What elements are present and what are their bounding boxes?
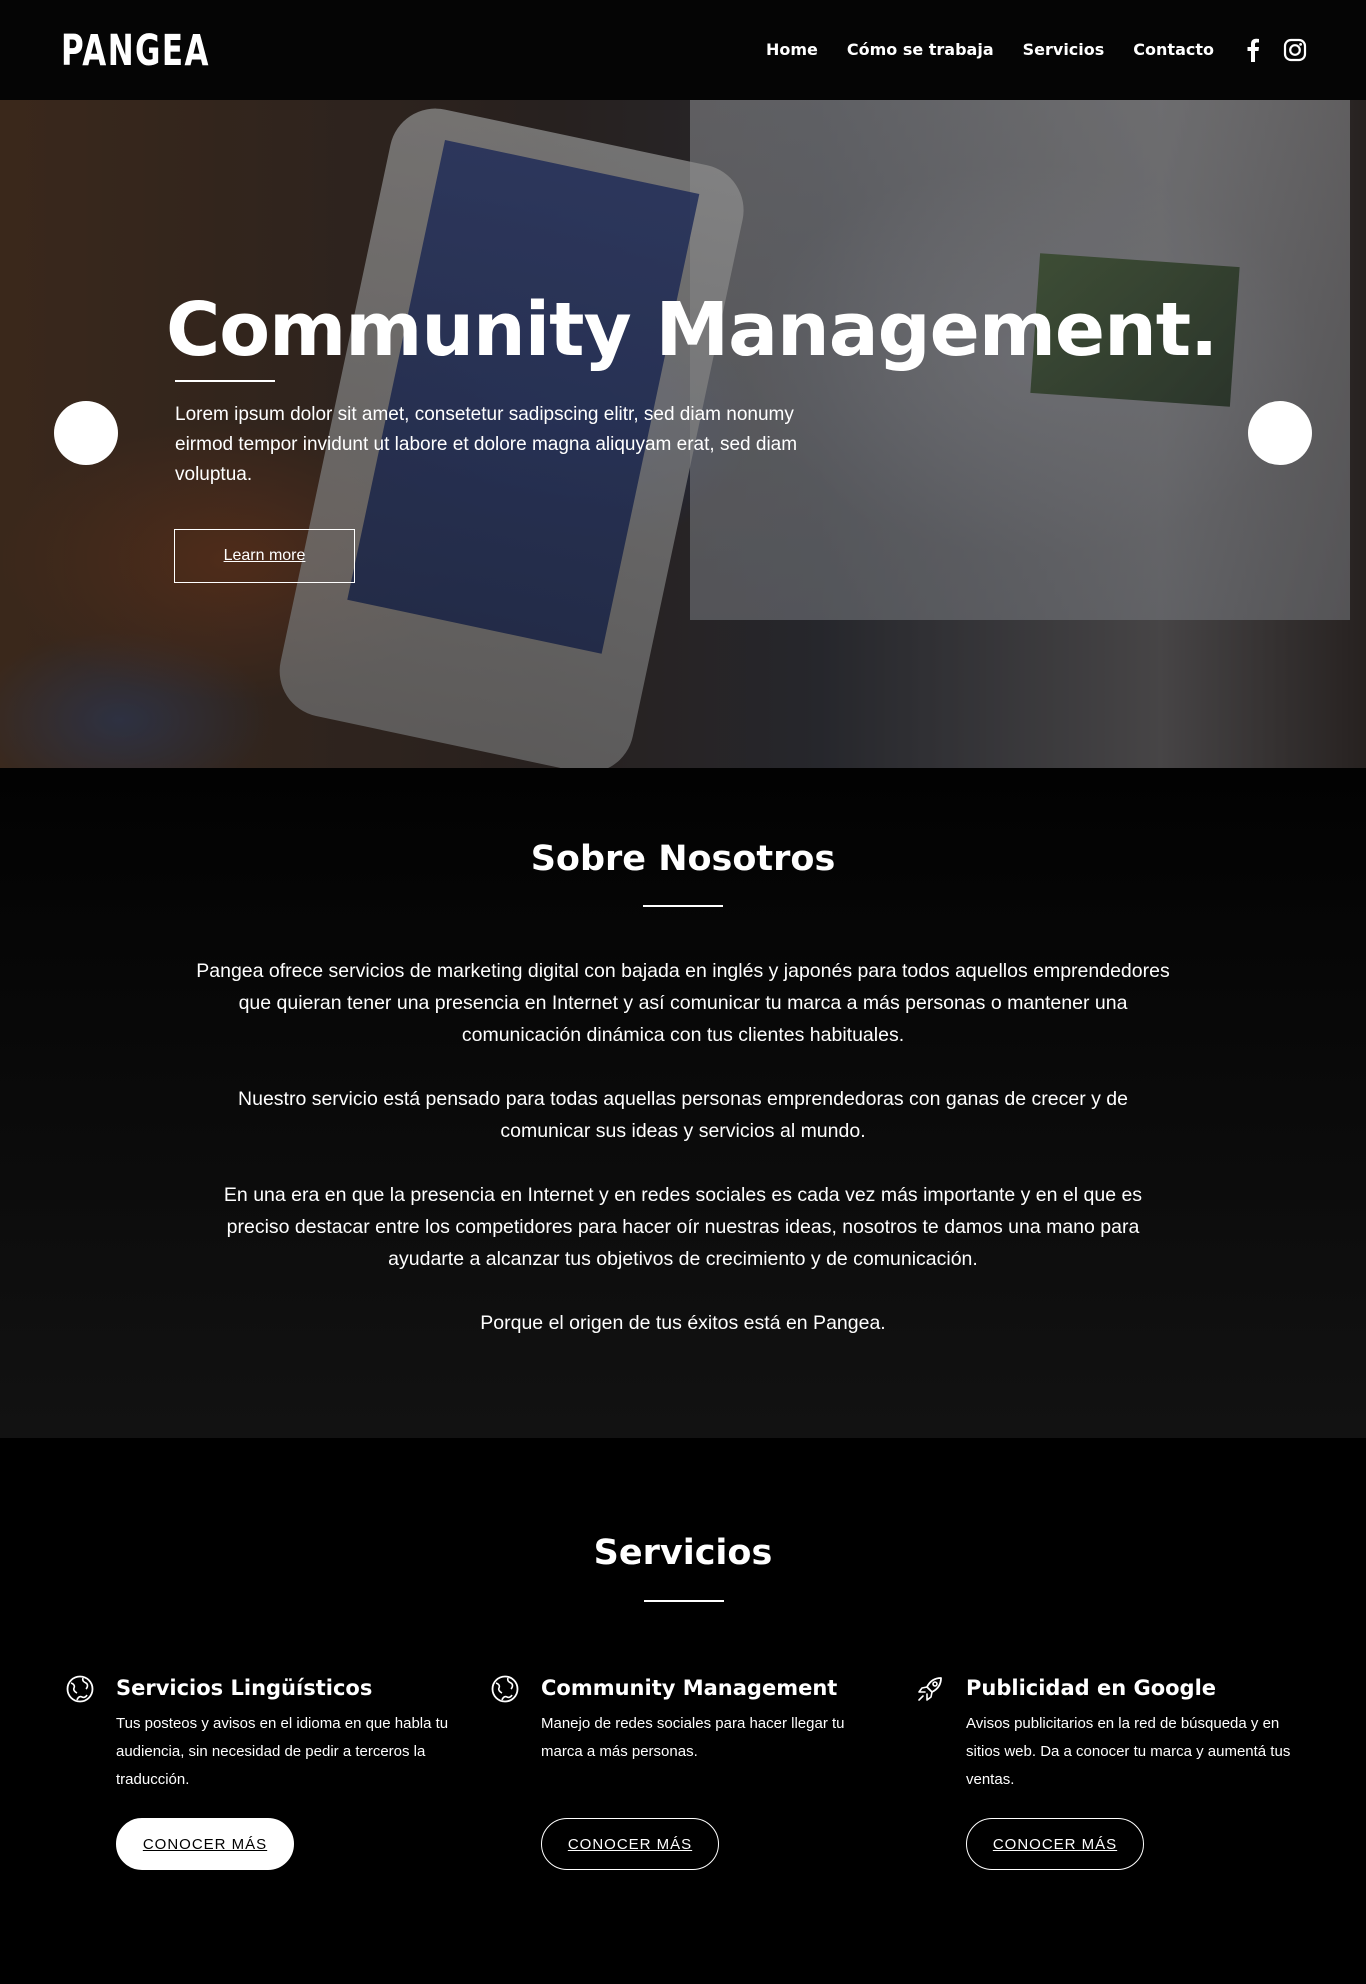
- about-divider: [643, 905, 723, 907]
- hero-title: Community Management.: [166, 287, 1218, 373]
- conocer-mas-button[interactable]: CONOCER MÁS: [541, 1818, 719, 1870]
- about-paragraph: En una era en que la presencia en Intern…: [223, 1184, 1143, 1270]
- services-divider: [644, 1600, 724, 1602]
- about-paragraph: Nuestro servicio está pensado para todas…: [238, 1088, 1128, 1142]
- hero-text: Lorem ipsum dolor sit amet, consetetur s…: [175, 404, 798, 485]
- service-description: Tus posteos y avisos en el idioma en que…: [116, 1715, 449, 1788]
- service-name: Publicidad en Google: [966, 1676, 1217, 1700]
- hero-divider: [175, 380, 275, 382]
- conocer-mas-button[interactable]: CONOCER MÁS: [966, 1818, 1144, 1870]
- service-card-linguisticos: Servicios Lingüísticos Tus posteos y avi…: [65, 1670, 465, 1920]
- nav-servicios[interactable]: Servicios: [1023, 38, 1105, 62]
- nav-home[interactable]: Home: [766, 38, 818, 62]
- facebook-icon[interactable]: [1242, 37, 1264, 63]
- about-title: Sobre Nosotros: [530, 839, 836, 879]
- service-name: Servicios Lingüísticos: [116, 1676, 373, 1700]
- service-card-community: Community Management Manejo de redes soc…: [490, 1670, 890, 1920]
- conocer-mas-button[interactable]: CONOCER MÁS: [116, 1818, 294, 1870]
- slider-prev-button[interactable]: [54, 401, 118, 465]
- main-nav: Home Cómo se trabaja Servicios Contacto: [737, 38, 1214, 62]
- about-text: Pangea ofrece servicios de marketing dig…: [193, 955, 1173, 1371]
- service-description: Avisos publicitarios en la red de búsque…: [966, 1715, 1291, 1788]
- about-paragraph: Pangea ofrece servicios de marketing dig…: [196, 960, 1170, 1046]
- globe-icon: [65, 1674, 95, 1704]
- site-logo[interactable]: PANGEA: [61, 27, 210, 75]
- site-header: PANGEA Home Cómo se trabaja Servicios Co…: [0, 0, 1366, 100]
- services-title: Servicios: [593, 1533, 773, 1573]
- service-description: Manejo de redes sociales para hacer lleg…: [541, 1715, 845, 1760]
- learn-more-button[interactable]: Learn more: [174, 529, 355, 583]
- instagram-icon[interactable]: [1282, 37, 1308, 63]
- hero-slider: Community Management. Lorem ipsum dolor …: [0, 100, 1366, 768]
- globe-icon: [490, 1674, 520, 1704]
- services-section: Servicios Servicios Lingüísticos Tus pos…: [0, 1438, 1366, 1984]
- service-card-google: Publicidad en Google Avisos publicitario…: [915, 1670, 1315, 1920]
- nav-como-se-trabaja[interactable]: Cómo se trabaja: [847, 38, 994, 62]
- rocket-icon: [915, 1674, 945, 1704]
- slider-next-button[interactable]: [1248, 401, 1312, 465]
- about-paragraph: Porque el origen de tus éxitos está en P…: [480, 1312, 886, 1334]
- about-section: Sobre Nosotros Pangea ofrece servicios d…: [0, 768, 1366, 1438]
- nav-contacto[interactable]: Contacto: [1133, 38, 1214, 62]
- service-name: Community Management: [541, 1676, 838, 1700]
